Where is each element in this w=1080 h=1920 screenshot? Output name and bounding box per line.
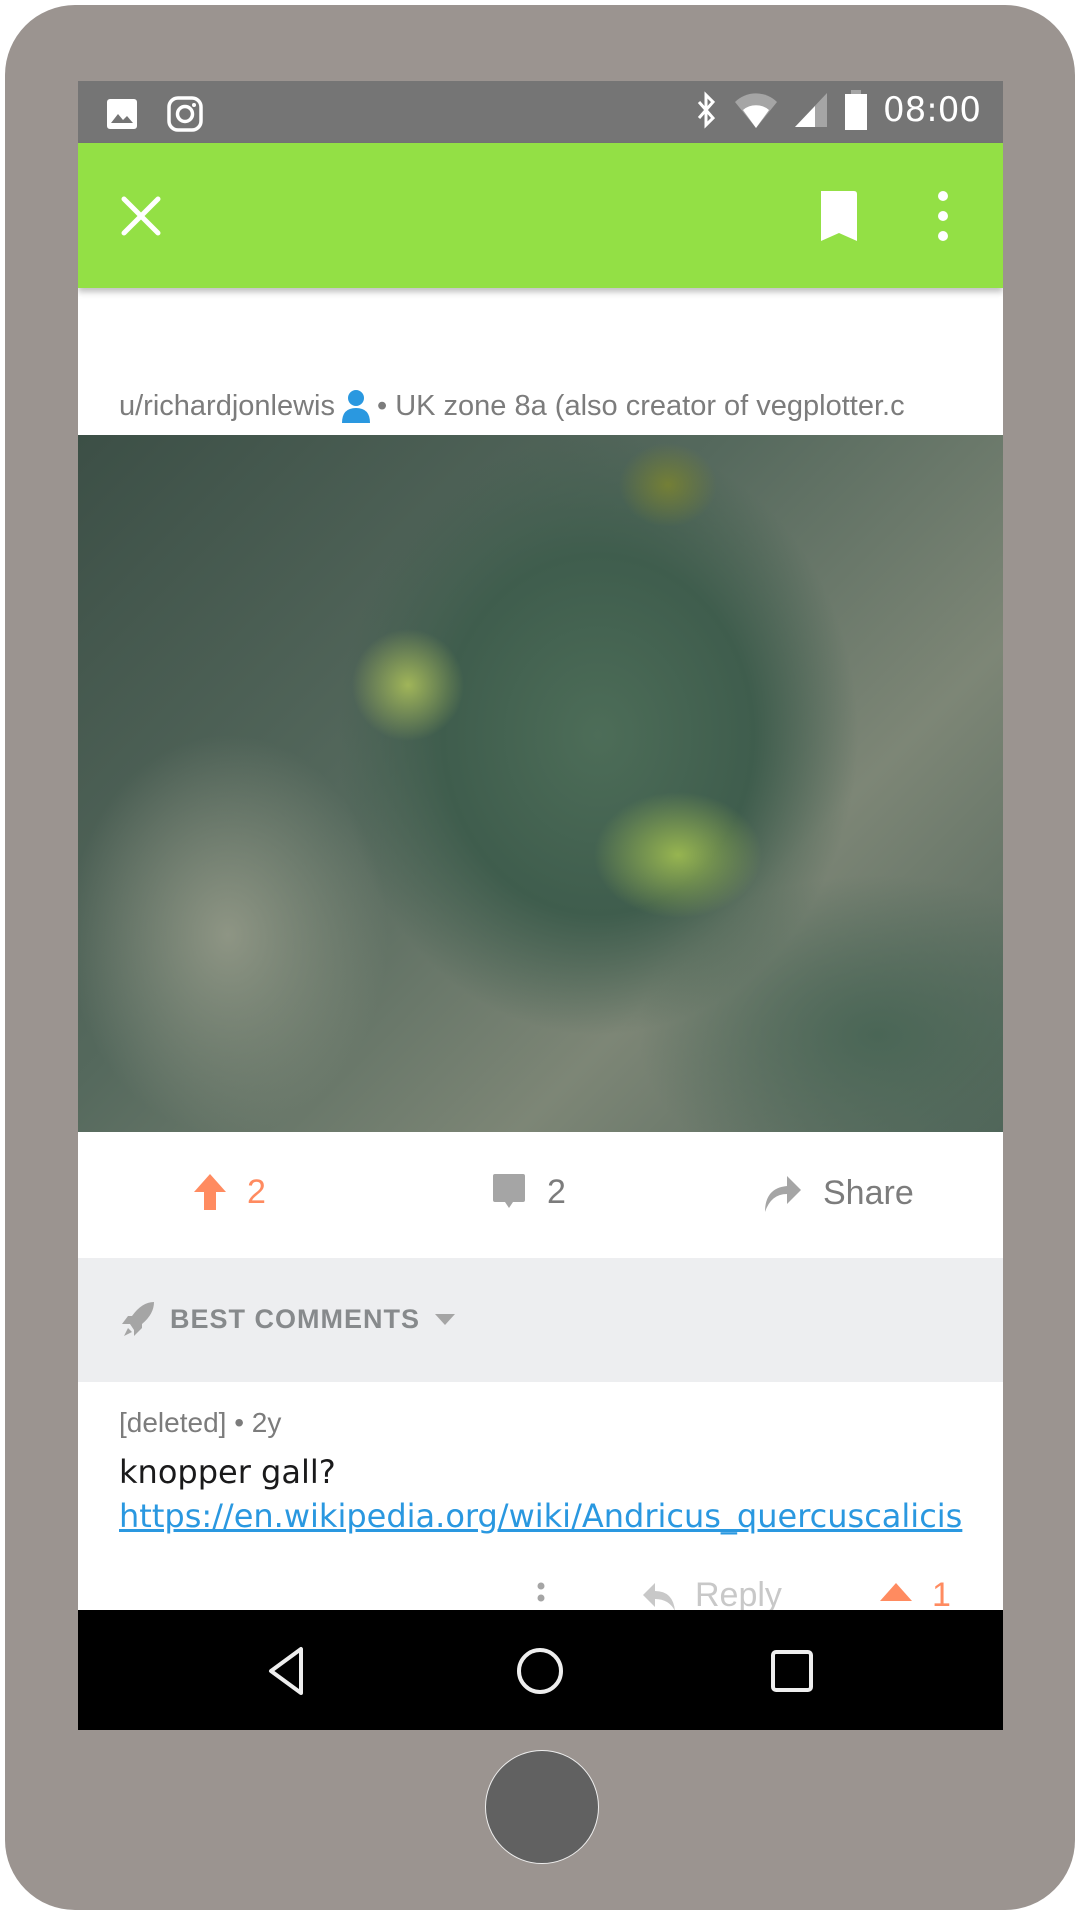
upvote-button[interactable]: 2 xyxy=(193,1172,266,1212)
sort-label: BEST COMMENTS xyxy=(170,1303,421,1334)
comment-item: [deleted] • 2y knopper gall? https://en.… xyxy=(78,1382,1003,1614)
comment-author: [deleted] xyxy=(119,1407,227,1438)
upvote-icon xyxy=(194,1174,226,1210)
clock: 08:00 xyxy=(883,90,981,130)
home-icon[interactable] xyxy=(514,1645,566,1697)
cell-signal-icon xyxy=(795,93,828,127)
more-vertical-icon[interactable] xyxy=(933,188,953,244)
toolbar xyxy=(78,143,1003,288)
sort-dropdown[interactable]: BEST COMMENTS xyxy=(120,1300,456,1338)
instagram-icon xyxy=(167,96,203,132)
screen: 08:00 burst u/richardjonlewis • UK zone … xyxy=(78,81,1003,1730)
comment-age: • 2y xyxy=(234,1407,282,1438)
share-icon xyxy=(765,1176,801,1212)
back-icon[interactable] xyxy=(263,1645,315,1697)
gallery-icon xyxy=(107,99,137,129)
comment-sort-bar: BEST COMMENTS xyxy=(78,1258,1003,1382)
share-button[interactable]: Share xyxy=(761,1172,914,1214)
recent-apps-icon[interactable] xyxy=(766,1645,818,1697)
post-image[interactable] xyxy=(78,435,1003,1132)
upvote-count: 2 xyxy=(247,1172,266,1211)
close-icon[interactable] xyxy=(118,193,164,239)
comment-link[interactable]: https://en.wikipedia.org/wiki/Andricus_q… xyxy=(119,1497,962,1535)
comments-button[interactable]: 2 xyxy=(491,1172,566,1212)
comment-count: 2 xyxy=(547,1172,566,1211)
chevron-down-icon xyxy=(435,1314,456,1325)
share-label: Share xyxy=(823,1173,914,1212)
comment-text: knopper gall? xyxy=(119,1453,336,1491)
android-nav-bar xyxy=(78,1610,1003,1730)
battery-icon xyxy=(845,90,868,130)
bluetooth-icon xyxy=(697,91,716,129)
rocket-icon xyxy=(122,1302,154,1336)
post-author[interactable]: u/richardjonlewis xyxy=(119,390,335,423)
comment-meta: [deleted] • 2y xyxy=(119,1407,281,1439)
upvote-icon xyxy=(880,1582,912,1601)
bookmark-icon[interactable] xyxy=(818,188,860,244)
post-actions: 2 2 Share xyxy=(78,1132,1003,1258)
user-icon xyxy=(342,390,370,423)
reply-icon xyxy=(643,1582,675,1611)
wifi-icon xyxy=(735,93,778,128)
post-meta: u/richardjonlewis • UK zone 8a (also cre… xyxy=(119,389,905,423)
hardware-home-button[interactable] xyxy=(485,1750,599,1864)
author-flair: • UK zone 8a (also creator of vegplotter… xyxy=(377,389,905,422)
comment-icon xyxy=(493,1174,525,1208)
status-bar: 08:00 xyxy=(78,81,1003,143)
comment-body: knopper gall? https://en.wikipedia.org/w… xyxy=(119,1450,962,1538)
